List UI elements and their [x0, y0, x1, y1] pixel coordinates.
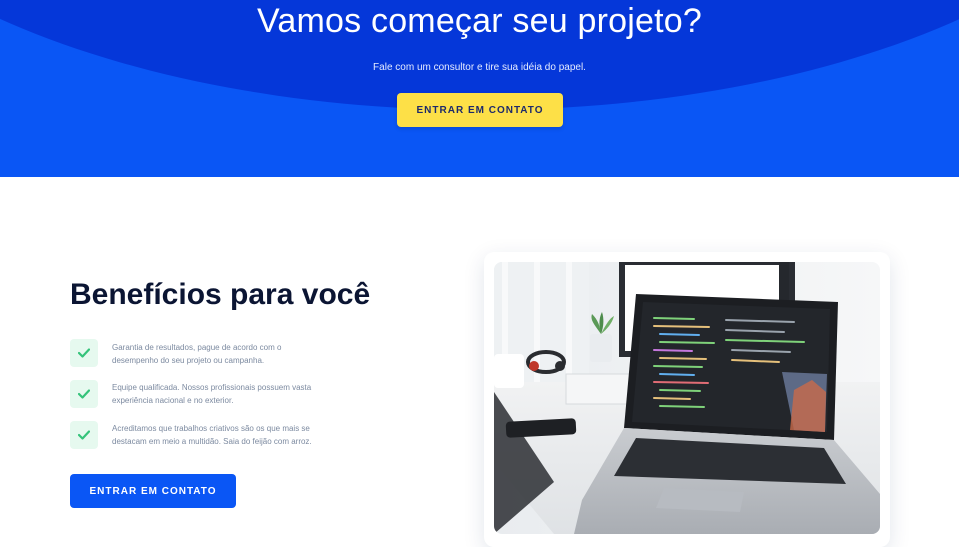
- check-icon: [70, 380, 98, 408]
- benefit-item: Equipe qualificada. Nossos profissionais…: [70, 380, 327, 408]
- benefit-text: Garantia de resultados, pague de acordo …: [112, 343, 282, 365]
- hero-subtitle: Fale com um consultor e tire sua idéia d…: [373, 62, 586, 73]
- image-card: [484, 252, 890, 547]
- benefits-title: Benefícios para você: [70, 278, 371, 311]
- benefit-item: Garantia de resultados, pague de acordo …: [70, 339, 327, 367]
- check-icon: [70, 421, 98, 449]
- check-icon: [70, 339, 98, 367]
- hero-contact-button[interactable]: ENTRAR EM CONTATO: [397, 93, 563, 127]
- benefit-text: Acreditamos que trabalhos criativos são …: [112, 424, 312, 446]
- benefit-item: Acreditamos que trabalhos criativos são …: [70, 421, 327, 449]
- laptop-photo: [494, 262, 880, 534]
- benefit-text: Equipe qualificada. Nossos profissionais…: [112, 383, 312, 405]
- hero-section: Vamos começar seu projeto? Fale com um c…: [0, 0, 959, 177]
- hero-title: Vamos começar seu projeto?: [257, 2, 702, 40]
- benefits-contact-button[interactable]: ENTRAR EM CONTATO: [70, 474, 236, 508]
